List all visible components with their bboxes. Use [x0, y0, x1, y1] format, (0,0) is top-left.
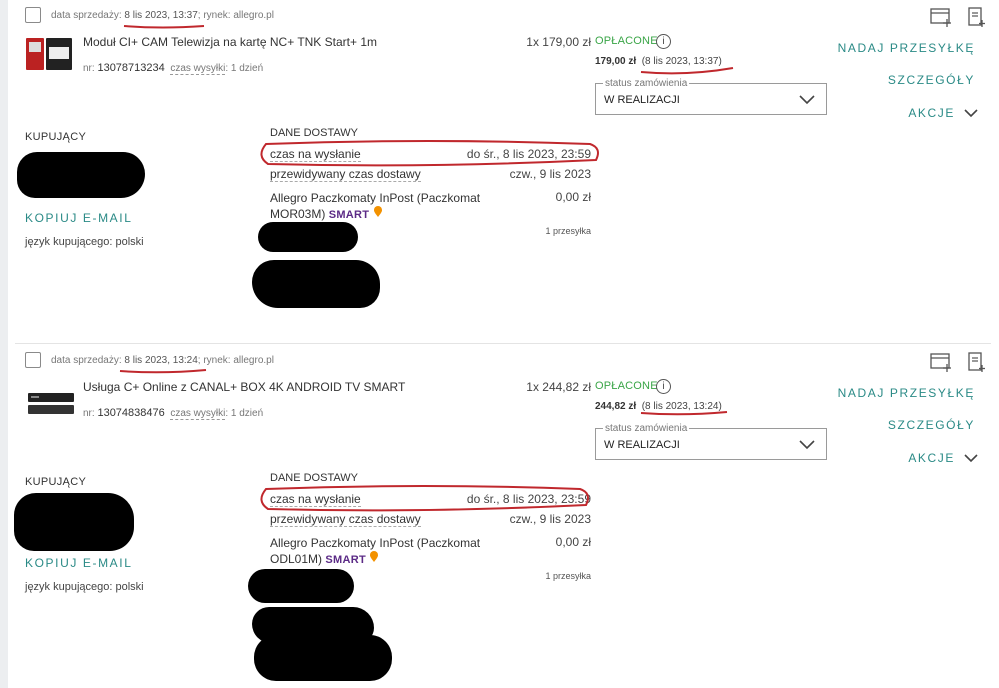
- ship-time-label: czas wysyłki: [170, 408, 226, 420]
- smart-badge: SMART: [328, 209, 370, 221]
- status-label: status zamówienia: [603, 423, 690, 434]
- market-label: rynek:: [203, 10, 231, 21]
- sale-meta: data sprzedaży: 8 lis 2023, 13:24; rynek…: [51, 355, 274, 366]
- sale-date: 8 lis 2023, 13:24: [124, 355, 198, 366]
- add-shipment-icon[interactable]: [929, 6, 953, 28]
- delivery-method: Allegro Paczkomaty InPost (Paczkomat MOR…: [270, 190, 485, 223]
- order-select-checkbox[interactable]: [25, 7, 41, 23]
- delivery-method-price: 0,00 zł: [555, 190, 591, 204]
- add-shipment-icon[interactable]: [929, 351, 953, 373]
- ship-time: : 1 dzień: [225, 63, 264, 74]
- add-note-icon[interactable]: [965, 351, 987, 373]
- delivery-method-price: 0,00 zł: [555, 535, 591, 549]
- send-time-value: do śr., 8 lis 2023, 23:59: [466, 492, 591, 506]
- send-parcel-button[interactable]: NADAJ PRZESYŁKĘ: [838, 41, 975, 55]
- chevron-down-icon: [799, 440, 815, 450]
- order-number: nr: 13078713234 czas wysyłki: 1 dzień: [83, 62, 264, 75]
- send-parcel-button[interactable]: NADAJ PRZESYŁKĘ: [838, 386, 975, 400]
- redacted-buyer: [17, 152, 145, 198]
- order-separator: [15, 343, 991, 344]
- send-time-label: czas na wysłanie: [270, 492, 361, 507]
- status-value: W REALIZACJI: [604, 94, 680, 106]
- market: allegro.pl: [233, 355, 274, 366]
- chevron-down-icon[interactable]: [964, 451, 978, 465]
- smart-badge: SMART: [325, 554, 366, 566]
- actions-button[interactable]: AKCJE: [908, 451, 955, 465]
- order-select-checkbox[interactable]: [25, 352, 41, 368]
- smart-pin-icon: [373, 206, 382, 217]
- order-card: data sprzedaży: 8 lis 2023, 13:24; rynek…: [8, 345, 999, 688]
- payment-status: OPŁACONE: [595, 35, 658, 47]
- add-note-icon[interactable]: [965, 6, 987, 28]
- nr-label: nr:: [83, 63, 95, 74]
- order-number-value: 13074838476: [97, 407, 165, 419]
- sale-meta: data sprzedaży: 8 lis 2023, 13:37; rynek…: [51, 10, 274, 21]
- package-count: 1 przesyłka: [545, 226, 591, 236]
- details-button[interactable]: SZCZEGÓŁY: [888, 73, 975, 87]
- order-number: nr: 13074838476 czas wysyłki: 1 dzień: [83, 407, 264, 420]
- copy-email-button[interactable]: KOPIUJ E-MAIL: [25, 211, 132, 225]
- status-value: W REALIZACJI: [604, 439, 680, 451]
- paid-amount: 244,82 zł (8 lis 2023, 13:24): [595, 401, 722, 412]
- buyer-header: KUPUJĄCY: [25, 131, 87, 143]
- qty-price: 1x 179,00 zł: [526, 35, 591, 49]
- order-number-value: 13078713234: [97, 62, 165, 74]
- market: allegro.pl: [233, 10, 274, 21]
- amount-value: 244,82 zł: [595, 401, 637, 412]
- product-thumbnail[interactable]: [25, 383, 79, 421]
- market-label: rynek:: [203, 355, 231, 366]
- left-gutter: [0, 0, 8, 688]
- actions-button[interactable]: AKCJE: [908, 106, 955, 120]
- amount-value: 179,00 zł: [595, 56, 637, 67]
- redacted-buyer: [14, 493, 134, 551]
- product-name-link[interactable]: Usługa C+ Online z CANAL+ BOX 4K ANDROID…: [83, 380, 405, 394]
- info-icon[interactable]: i: [656, 379, 671, 394]
- copy-email-button[interactable]: KOPIUJ E-MAIL: [25, 556, 132, 570]
- redacted-address: [252, 260, 380, 308]
- product-name-link[interactable]: Moduł CI+ CAM Telewizja na kartę NC+ TNK…: [83, 35, 377, 49]
- qty-price: 1x 244,82 zł: [526, 380, 591, 394]
- red-underline: [123, 25, 205, 29]
- package-count: 1 przesyłka: [545, 571, 591, 581]
- sale-date: 8 lis 2023, 13:37: [124, 10, 198, 21]
- est-delivery-label: przewidywany czas dostawy: [270, 167, 421, 182]
- product-thumbnail[interactable]: [25, 35, 79, 73]
- order-card: data sprzedaży: 8 lis 2023, 13:37; rynek…: [8, 0, 999, 345]
- paid-amount: 179,00 zł (8 lis 2023, 13:37): [595, 56, 722, 67]
- est-delivery-value: czw., 9 lis 2023: [509, 512, 591, 526]
- sale-date-label: data sprzedaży:: [51, 355, 122, 366]
- payment-status: OPŁACONE: [595, 380, 658, 392]
- delivery-header: DANE DOSTAWY: [270, 127, 359, 139]
- chevron-down-icon: [799, 95, 815, 105]
- redacted-address: [254, 635, 392, 681]
- buyer-language: język kupującego: polski: [25, 581, 144, 593]
- red-underline: [119, 369, 207, 374]
- est-delivery-label: przewidywany czas dostawy: [270, 512, 421, 527]
- send-time-label: czas na wysłanie: [270, 147, 361, 162]
- buyer-header: KUPUJĄCY: [25, 476, 87, 488]
- delivery-header: DANE DOSTAWY: [270, 472, 359, 484]
- ship-time-label: czas wysyłki: [170, 63, 226, 75]
- status-label: status zamówienia: [603, 78, 690, 89]
- details-button[interactable]: SZCZEGÓŁY: [888, 418, 975, 432]
- redacted-address: [248, 569, 354, 603]
- est-delivery-value: czw., 9 lis 2023: [509, 167, 591, 181]
- info-icon[interactable]: i: [656, 34, 671, 49]
- chevron-down-icon[interactable]: [964, 106, 978, 120]
- ship-time: : 1 dzień: [225, 408, 264, 419]
- buyer-language: język kupującego: polski: [25, 236, 144, 248]
- amount-date: (8 lis 2023, 13:24): [641, 401, 722, 412]
- redacted-address: [258, 222, 358, 252]
- nr-label: nr:: [83, 408, 95, 419]
- sale-date-label: data sprzedaży:: [51, 10, 122, 21]
- send-time-value: do śr., 8 lis 2023, 23:59: [466, 147, 591, 161]
- delivery-method: Allegro Paczkomaty InPost (Paczkomat ODL…: [270, 535, 485, 568]
- smart-pin-icon: [370, 551, 379, 562]
- amount-date: (8 lis 2023, 13:37): [641, 56, 722, 67]
